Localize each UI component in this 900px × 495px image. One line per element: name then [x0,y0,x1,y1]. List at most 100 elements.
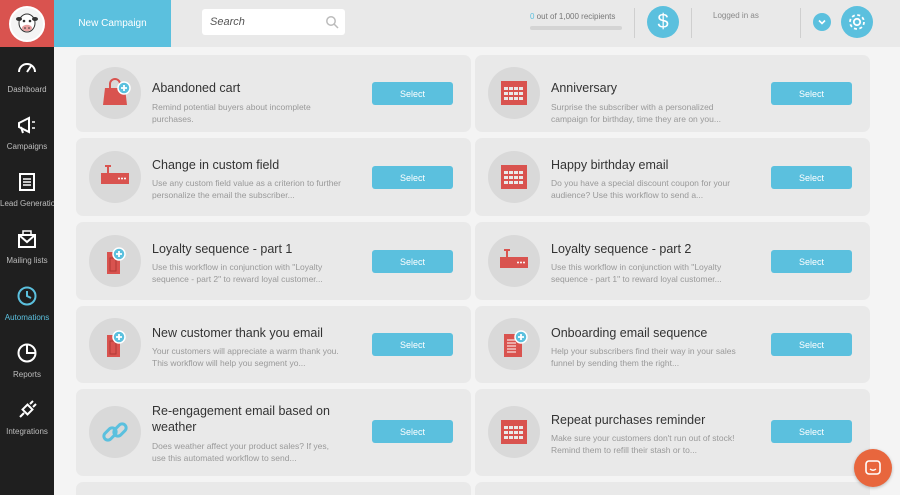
clock-icon [17,286,37,306]
select-button[interactable]: Select [372,333,453,356]
settings-button[interactable] [841,6,873,38]
select-button[interactable]: Select [771,333,852,356]
sidebar-item-label: Dashboard [7,85,47,94]
link-icon [102,422,128,442]
plug-icon [19,400,37,418]
select-button[interactable]: Select [372,420,453,443]
tag-add-icon [107,330,126,357]
chat-button[interactable] [854,449,892,487]
template-card[interactable]: Loyalty sequence - part 1 Use this workf… [76,222,471,300]
card-description: Use this workflow in conjunction with "L… [551,262,722,284]
divider [634,8,635,38]
template-card[interactable]: Re-engagement email based on weather Doe… [76,389,471,476]
document-add-icon [504,330,528,357]
search-icon[interactable] [325,15,339,29]
template-card[interactable]: Abandoned cart Remind potential buyers a… [76,55,471,132]
sidebar: Dashboard Campaigns Lead Generation Mail… [0,0,54,495]
template-card[interactable]: Change in custom field Use any custom fi… [76,138,471,216]
select-button[interactable]: Select [771,82,852,105]
select-button[interactable]: Select [771,420,852,443]
template-card[interactable] [76,482,471,495]
card-icon [89,318,141,370]
card-description: Your customers will appreciate a warm th… [152,346,339,368]
account-menu-button[interactable] [813,13,831,31]
gear-icon [849,14,865,30]
template-card[interactable]: Loyalty sequence - part 2 Use this workf… [475,222,870,300]
sidebar-item-label: Mailing lists [6,256,48,265]
recipients-progress-bar [530,26,622,30]
card-title: Onboarding email sequence [551,326,708,340]
card-icon [488,235,540,287]
dashboard-icon [18,63,36,73]
select-button[interactable]: Select [372,250,453,273]
chevron-down-icon [818,19,826,25]
megaphone-icon [18,116,35,134]
card-description: Do you have a special discount coupon fo… [551,178,731,200]
select-button[interactable]: Select [372,82,453,105]
sidebar-item-reports[interactable]: Reports [0,332,54,389]
logged-in-label: Logged in as [713,11,759,20]
sidebar-item-automations[interactable]: Automations [0,275,54,332]
card-icon [488,318,540,370]
card-description: Use this workflow in conjunction with "L… [152,262,323,284]
sidebar-item-label: Reports [12,370,41,379]
card-description: Does weather affect your product sales? … [152,441,330,463]
card-title: Anniversary [551,81,617,95]
divider [800,8,801,38]
card-icon [488,406,540,458]
chat-icon [865,460,881,475]
divider [691,8,692,38]
automation-templates-list: Abandoned cart Remind potential buyers a… [54,47,900,495]
sidebar-item-dashboard[interactable]: Dashboard [0,47,54,104]
template-card[interactable]: New customer thank you email Your custom… [76,306,471,383]
card-icon [89,406,141,458]
card-title: Loyalty sequence - part 2 [551,242,692,256]
tag-field-icon [101,165,129,184]
search-input[interactable] [202,9,345,35]
billing-button[interactable]: $ [647,6,679,38]
card-description: Surprise the subscriber with a personali… [551,102,721,124]
card-title: Change in custom field [152,158,280,172]
card-icon [89,67,141,119]
tag-add-icon [107,247,126,274]
card-title: Loyalty sequence - part 1 [152,242,293,256]
sidebar-item-label: Integrations [6,427,48,436]
card-description: Use any custom field value as a criterio… [152,178,341,200]
mail-icon [18,230,36,248]
app-logo[interactable] [0,0,54,47]
card-icon [488,67,540,119]
shopping-bag-icon [103,78,131,105]
card-title: Repeat purchases reminder [551,413,706,427]
template-card[interactable]: Repeat purchases reminder Make sure your… [475,389,870,476]
card-title: Abandoned cart [152,81,241,95]
select-button[interactable]: Select [771,250,852,273]
new-campaign-button[interactable]: New Campaign [54,0,171,47]
pie-chart-icon [17,343,37,363]
sidebar-item-mailing-lists[interactable]: Mailing lists [0,218,54,275]
card-description: Help your subscribers find their way in … [551,346,736,368]
card-description: Make sure your customers don't run out o… [551,433,735,455]
sidebar-item-lead-generation[interactable]: Lead Generation [0,161,54,218]
card-description: Remind potential buyers about incomplete… [152,102,311,124]
search-box [202,9,345,35]
sidebar-item-campaigns[interactable]: Campaigns [0,104,54,161]
card-icon [488,151,540,203]
dollar-icon: $ [657,10,669,33]
card-icon [89,235,141,287]
template-card[interactable]: Onboarding email sequence Help your subs… [475,306,870,383]
cow-logo-icon [9,5,45,42]
recipients-label: out of 1,000 recipients [534,12,616,21]
form-icon [19,173,35,191]
calendar-icon [501,420,527,444]
card-title: New customer thank you email [152,326,323,340]
template-card[interactable]: Anniversary Surprise the subscriber with… [475,55,870,132]
sidebar-item-label: Automations [4,313,50,322]
template-card[interactable] [475,482,870,495]
top-bar: New Campaign 0 out of 1,000 recipients $… [54,0,900,47]
card-icon [89,151,141,203]
select-button[interactable]: Select [372,166,453,189]
template-card[interactable]: Happy birthday email Do you have a speci… [475,138,870,216]
sidebar-item-integrations[interactable]: Integrations [0,389,54,446]
select-button[interactable]: Select [771,166,852,189]
card-title: Happy birthday email [551,158,669,172]
